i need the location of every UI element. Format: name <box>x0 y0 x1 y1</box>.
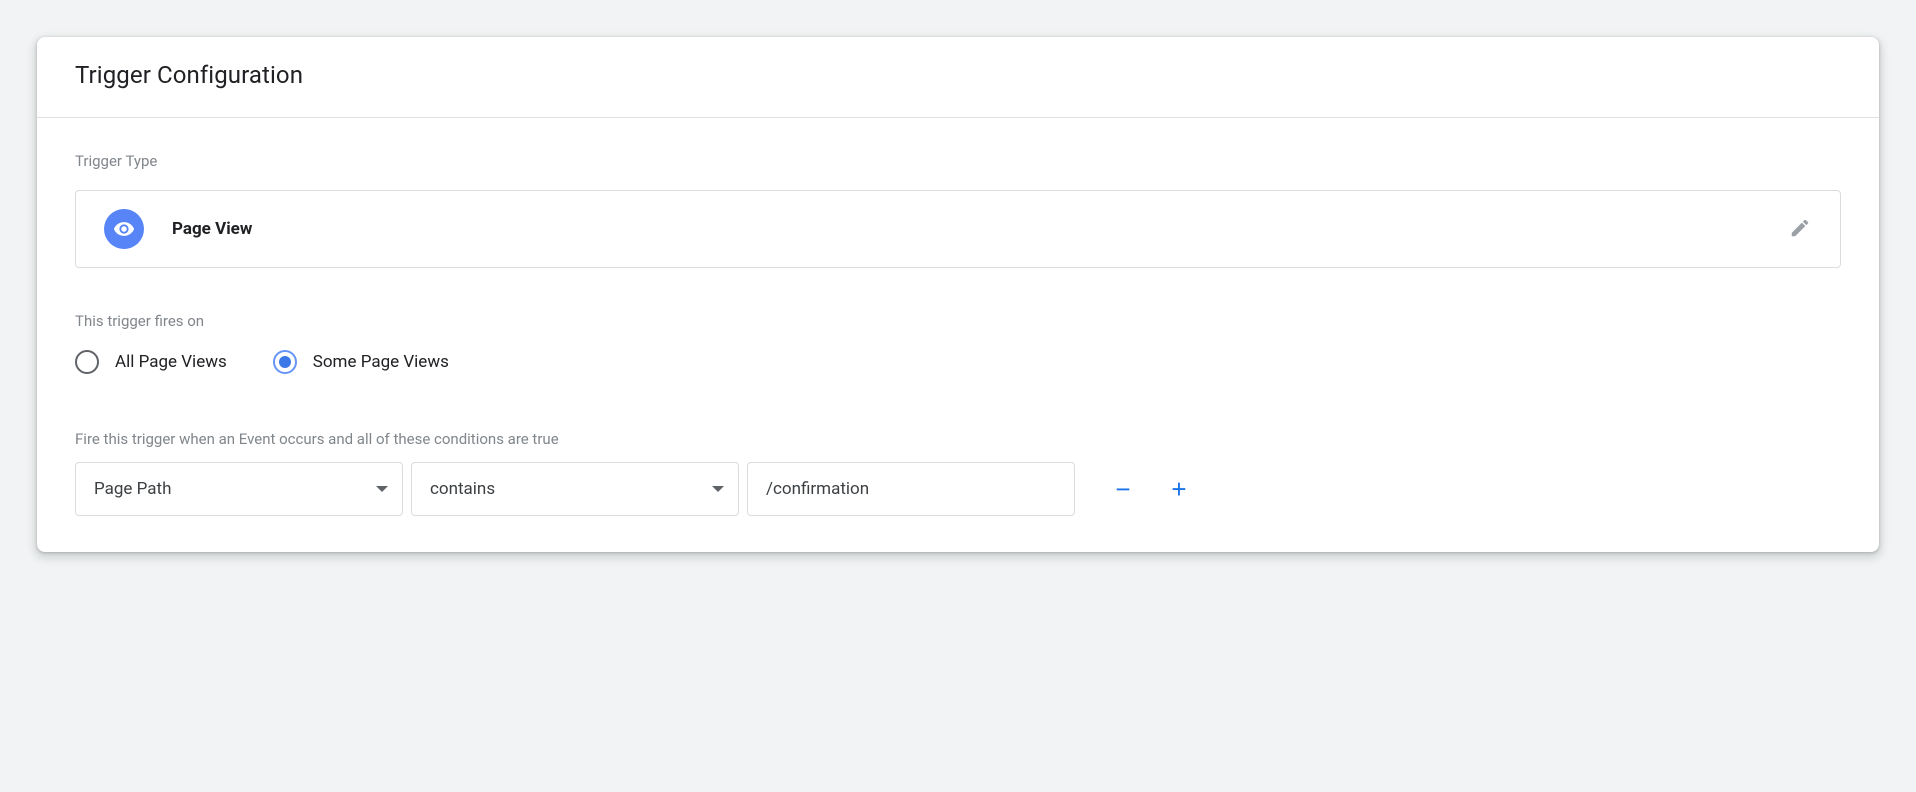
pencil-icon <box>1789 217 1811 242</box>
condition-operator-select[interactable]: contains <box>411 462 739 516</box>
trigger-type-name: Page View <box>172 219 1760 239</box>
radio-some-page-views[interactable]: Some Page Views <box>273 350 449 374</box>
condition-variable-select[interactable]: Page Path <box>75 462 403 516</box>
chevron-down-icon <box>712 486 724 492</box>
card-title: Trigger Configuration <box>75 61 1841 89</box>
trigger-type-label: Trigger Type <box>75 152 1841 170</box>
fires-on-radio-group: All Page Views Some Page Views <box>75 350 1841 374</box>
radio-all-page-views[interactable]: All Page Views <box>75 350 227 374</box>
conditions-instruction-label: Fire this trigger when an Event occurs a… <box>75 430 1841 448</box>
radio-label-some: Some Page Views <box>313 352 449 372</box>
select-value: Page Path <box>94 479 171 499</box>
radio-icon <box>273 350 297 374</box>
fires-on-label: This trigger fires on <box>75 312 1841 330</box>
chevron-down-icon <box>376 486 388 492</box>
trigger-config-card: Trigger Configuration Trigger Type Page … <box>37 37 1879 552</box>
card-header: Trigger Configuration <box>37 37 1879 118</box>
edit-trigger-type-button[interactable] <box>1788 217 1812 241</box>
add-condition-button[interactable]: + <box>1155 462 1203 516</box>
select-value: contains <box>430 479 495 499</box>
condition-row: Page Path contains − + <box>75 462 1841 516</box>
plus-icon: + <box>1171 474 1186 505</box>
radio-icon <box>75 350 99 374</box>
trigger-type-selector[interactable]: Page View <box>75 190 1841 268</box>
condition-value-input[interactable] <box>747 462 1075 516</box>
remove-condition-button[interactable]: − <box>1099 462 1147 516</box>
radio-label-all: All Page Views <box>115 352 227 372</box>
minus-icon: − <box>1115 474 1130 505</box>
page-view-icon <box>104 209 144 249</box>
card-body: Trigger Type Page View This trigger fire… <box>37 118 1879 552</box>
